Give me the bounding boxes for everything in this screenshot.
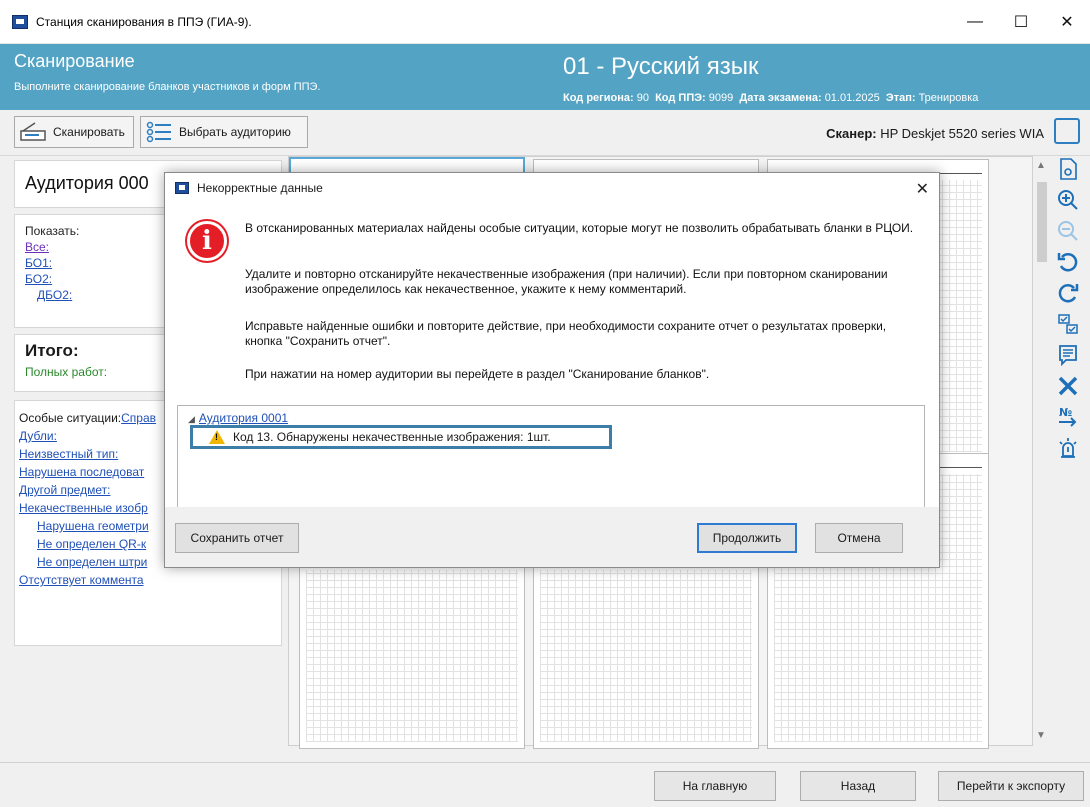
renumber-icon[interactable]: № <box>1055 404 1081 430</box>
dialog-message-4: При нажатии на номер аудитории вы перейд… <box>245 367 710 381</box>
stage-label: Этап: <box>885 92 916 104</box>
choose-auditorium-label: Выбрать аудиторию <box>179 125 291 139</box>
warning-icon <box>209 430 225 444</box>
scan-label: Сканировать <box>53 125 125 139</box>
rotate-right-icon[interactable] <box>1055 280 1081 306</box>
dialog-titlebar: Некорректные данные <box>165 173 939 203</box>
home-button[interactable]: На главную <box>654 771 776 801</box>
error-icon: i <box>187 221 227 261</box>
window-titlebar: Станция сканирования в ППЭ (ГИА-9). — ☐ … <box>0 0 1090 44</box>
svg-text:№: № <box>1059 406 1072 419</box>
no-comment-link[interactable]: Отсутствует коммента <box>19 571 277 589</box>
ppe-value: 9099 <box>708 92 734 104</box>
tree-root-label[interactable]: Аудитория 0001 <box>199 411 288 425</box>
cancel-button[interactable]: Отмена <box>815 523 903 553</box>
scanner-icon <box>19 121 47 143</box>
page-subtitle: Выполните сканирование бланков участнико… <box>14 81 321 93</box>
go-to-export-button[interactable]: Перейти к экспорту <box>938 771 1084 801</box>
tree-root-auditorium[interactable]: ◢ Аудитория 0001 <box>188 411 288 425</box>
dialog-message-3: Исправьте найденные ошибки и повторите д… <box>245 319 887 348</box>
exam-meta: Код региона: 90 Код ППЭ: 9099 Дата экзам… <box>563 92 978 104</box>
dialog-title: Некорректные данные <box>197 181 323 195</box>
minimize-button[interactable]: — <box>952 0 998 44</box>
checklist-icon[interactable] <box>1055 311 1081 337</box>
tree-issue-label: Код 13. Обнаружены некачественные изобра… <box>233 430 551 444</box>
page-title: Сканирование <box>14 51 135 71</box>
app-icon <box>175 182 189 194</box>
dialog-close-icon[interactable]: ✕ <box>916 179 929 199</box>
stage-value: Тренировка <box>918 92 979 104</box>
close-window-button[interactable]: ✕ <box>1044 0 1090 44</box>
delete-icon[interactable] <box>1055 373 1081 399</box>
scanner-settings-icon[interactable] <box>1054 118 1080 144</box>
tree-issue-item[interactable]: Код 13. Обнаружены некачественные изобра… <box>190 425 612 449</box>
special-label: Особые ситуации: <box>19 411 122 425</box>
expand-icon[interactable]: ◢ <box>188 414 195 425</box>
page-header: Сканирование Выполните сканирование блан… <box>0 44 1090 110</box>
continue-button[interactable]: Продолжить <box>697 523 797 553</box>
region-label: Код региона: <box>563 92 634 104</box>
comment-icon[interactable] <box>1055 342 1081 368</box>
zoom-out-icon[interactable] <box>1055 218 1081 244</box>
zoom-in-icon[interactable] <box>1055 187 1081 213</box>
scanner-value: HP Deskjet 5520 series WIA <box>880 126 1044 141</box>
image-tools: № <box>1053 156 1083 466</box>
dialog-footer: Сохранить отчет Продолжить Отмена <box>165 507 939 567</box>
rotate-left-icon[interactable] <box>1055 249 1081 275</box>
toolbar: Сканировать Выбрать аудиторию Сканер: HP… <box>0 110 1090 156</box>
scanner-info: Сканер: HP Deskjet 5520 series WIA <box>826 126 1044 141</box>
dialog-message-2: Удалите и повторно отсканируйте некачест… <box>245 267 888 296</box>
bottom-bar: На главную Назад Перейти к экспорту <box>0 762 1090 807</box>
scroll-up-icon[interactable]: ▲ <box>1036 160 1046 171</box>
date-value: 01.01.2025 <box>824 92 880 104</box>
help-link[interactable]: Справ <box>121 411 156 425</box>
alarm-icon[interactable] <box>1055 435 1081 461</box>
scrollbar-thumb[interactable] <box>1037 182 1047 262</box>
incorrect-data-dialog: Некорректные данные ✕ i В отсканированны… <box>164 172 940 568</box>
ppe-label: Код ППЭ: <box>655 92 706 104</box>
back-button[interactable]: Назад <box>800 771 916 801</box>
scan-button[interactable]: Сканировать <box>14 116 134 148</box>
scroll-down-icon[interactable]: ▼ <box>1036 730 1046 741</box>
save-report-button[interactable]: Сохранить отчет <box>175 523 299 553</box>
subject-title: 01 - Русский язык <box>563 53 759 80</box>
region-value: 90 <box>636 92 649 104</box>
date-label: Дата экзамена: <box>739 92 822 104</box>
preview-scrollbar[interactable]: ▲ ▼ <box>1033 156 1051 746</box>
document-preview-icon[interactable] <box>1055 156 1081 182</box>
window-title: Станция сканирования в ППЭ (ГИА-9). <box>36 14 252 29</box>
maximize-button[interactable]: ☐ <box>998 0 1044 44</box>
choose-auditorium-button[interactable]: Выбрать аудиторию <box>140 116 308 148</box>
scan-thumbnail[interactable] <box>299 549 525 749</box>
scan-thumbnail[interactable] <box>533 549 759 749</box>
list-icon <box>145 121 173 143</box>
dialog-message-1: В отсканированных материалах найдены осо… <box>245 221 914 235</box>
app-icon <box>12 14 28 29</box>
scanner-label: Сканер: <box>826 126 877 141</box>
